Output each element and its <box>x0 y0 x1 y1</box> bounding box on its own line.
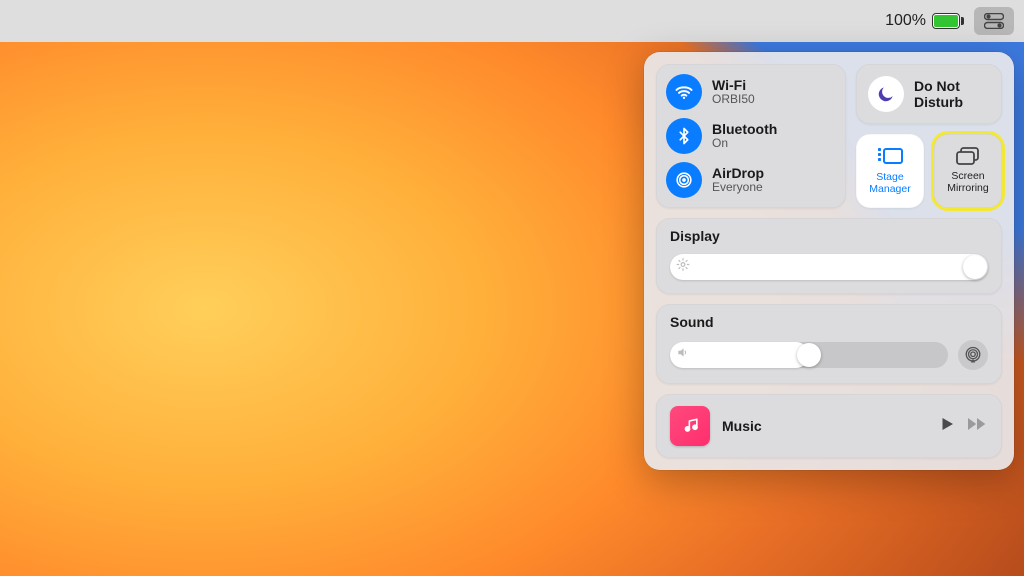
airdrop-icon <box>666 162 702 198</box>
stage-manager-icon <box>876 146 904 168</box>
brightness-low-icon <box>676 258 690 277</box>
volume-slider[interactable] <box>670 342 948 368</box>
bluetooth-status: On <box>712 137 777 151</box>
music-app-icon <box>670 406 710 446</box>
stage-manager-label: Stage Manager <box>856 172 924 195</box>
airdrop-label: AirDrop <box>712 165 764 181</box>
control-center-panel: Wi-Fi ORBI50 Bluetooth On <box>644 52 1014 470</box>
audio-output-button[interactable] <box>958 340 988 370</box>
volume-low-icon <box>676 346 690 365</box>
brightness-slider[interactable] <box>670 254 988 280</box>
brightness-slider-knob[interactable] <box>963 255 987 279</box>
display-module: Display <box>656 218 1002 294</box>
wifi-icon <box>666 74 702 110</box>
airdrop-toggle[interactable]: AirDrop Everyone <box>666 162 832 198</box>
sound-label: Sound <box>670 314 988 330</box>
bluetooth-icon <box>666 118 702 154</box>
stage-manager-toggle[interactable]: Stage Manager <box>856 134 924 208</box>
moon-icon <box>868 76 904 112</box>
now-playing-title: Music <box>722 418 926 434</box>
battery-status[interactable]: 100% <box>885 12 964 30</box>
play-icon <box>938 415 956 433</box>
screen-mirroring-button[interactable]: Screen Mirroring <box>934 134 1002 208</box>
control-center-icon <box>984 13 1004 29</box>
screen-mirroring-icon <box>955 147 981 167</box>
volume-slider-knob[interactable] <box>797 343 821 367</box>
now-playing-module[interactable]: Music <box>656 394 1002 458</box>
bluetooth-toggle[interactable]: Bluetooth On <box>666 118 832 154</box>
battery-percent-label: 100% <box>885 12 926 30</box>
connectivity-module: Wi-Fi ORBI50 Bluetooth On <box>656 64 846 208</box>
wifi-label: Wi-Fi <box>712 77 755 93</box>
control-center-toggle-button[interactable] <box>974 7 1014 35</box>
play-button[interactable] <box>938 415 956 438</box>
do-not-disturb-toggle[interactable]: Do Not Disturb <box>856 64 1002 124</box>
screen-mirroring-label: Screen Mirroring <box>934 171 1002 194</box>
wifi-toggle[interactable]: Wi-Fi ORBI50 <box>666 74 832 110</box>
battery-icon <box>932 13 964 29</box>
menu-bar: 100% <box>0 0 1024 42</box>
sound-module: Sound <box>656 304 1002 384</box>
next-track-button[interactable] <box>966 415 988 438</box>
airplay-audio-icon <box>964 346 982 364</box>
bluetooth-label: Bluetooth <box>712 121 777 137</box>
airdrop-status: Everyone <box>712 181 764 195</box>
display-label: Display <box>670 228 988 244</box>
do-not-disturb-label: Do Not Disturb <box>914 78 990 110</box>
fast-forward-icon <box>966 415 988 433</box>
wifi-status: ORBI50 <box>712 93 755 107</box>
